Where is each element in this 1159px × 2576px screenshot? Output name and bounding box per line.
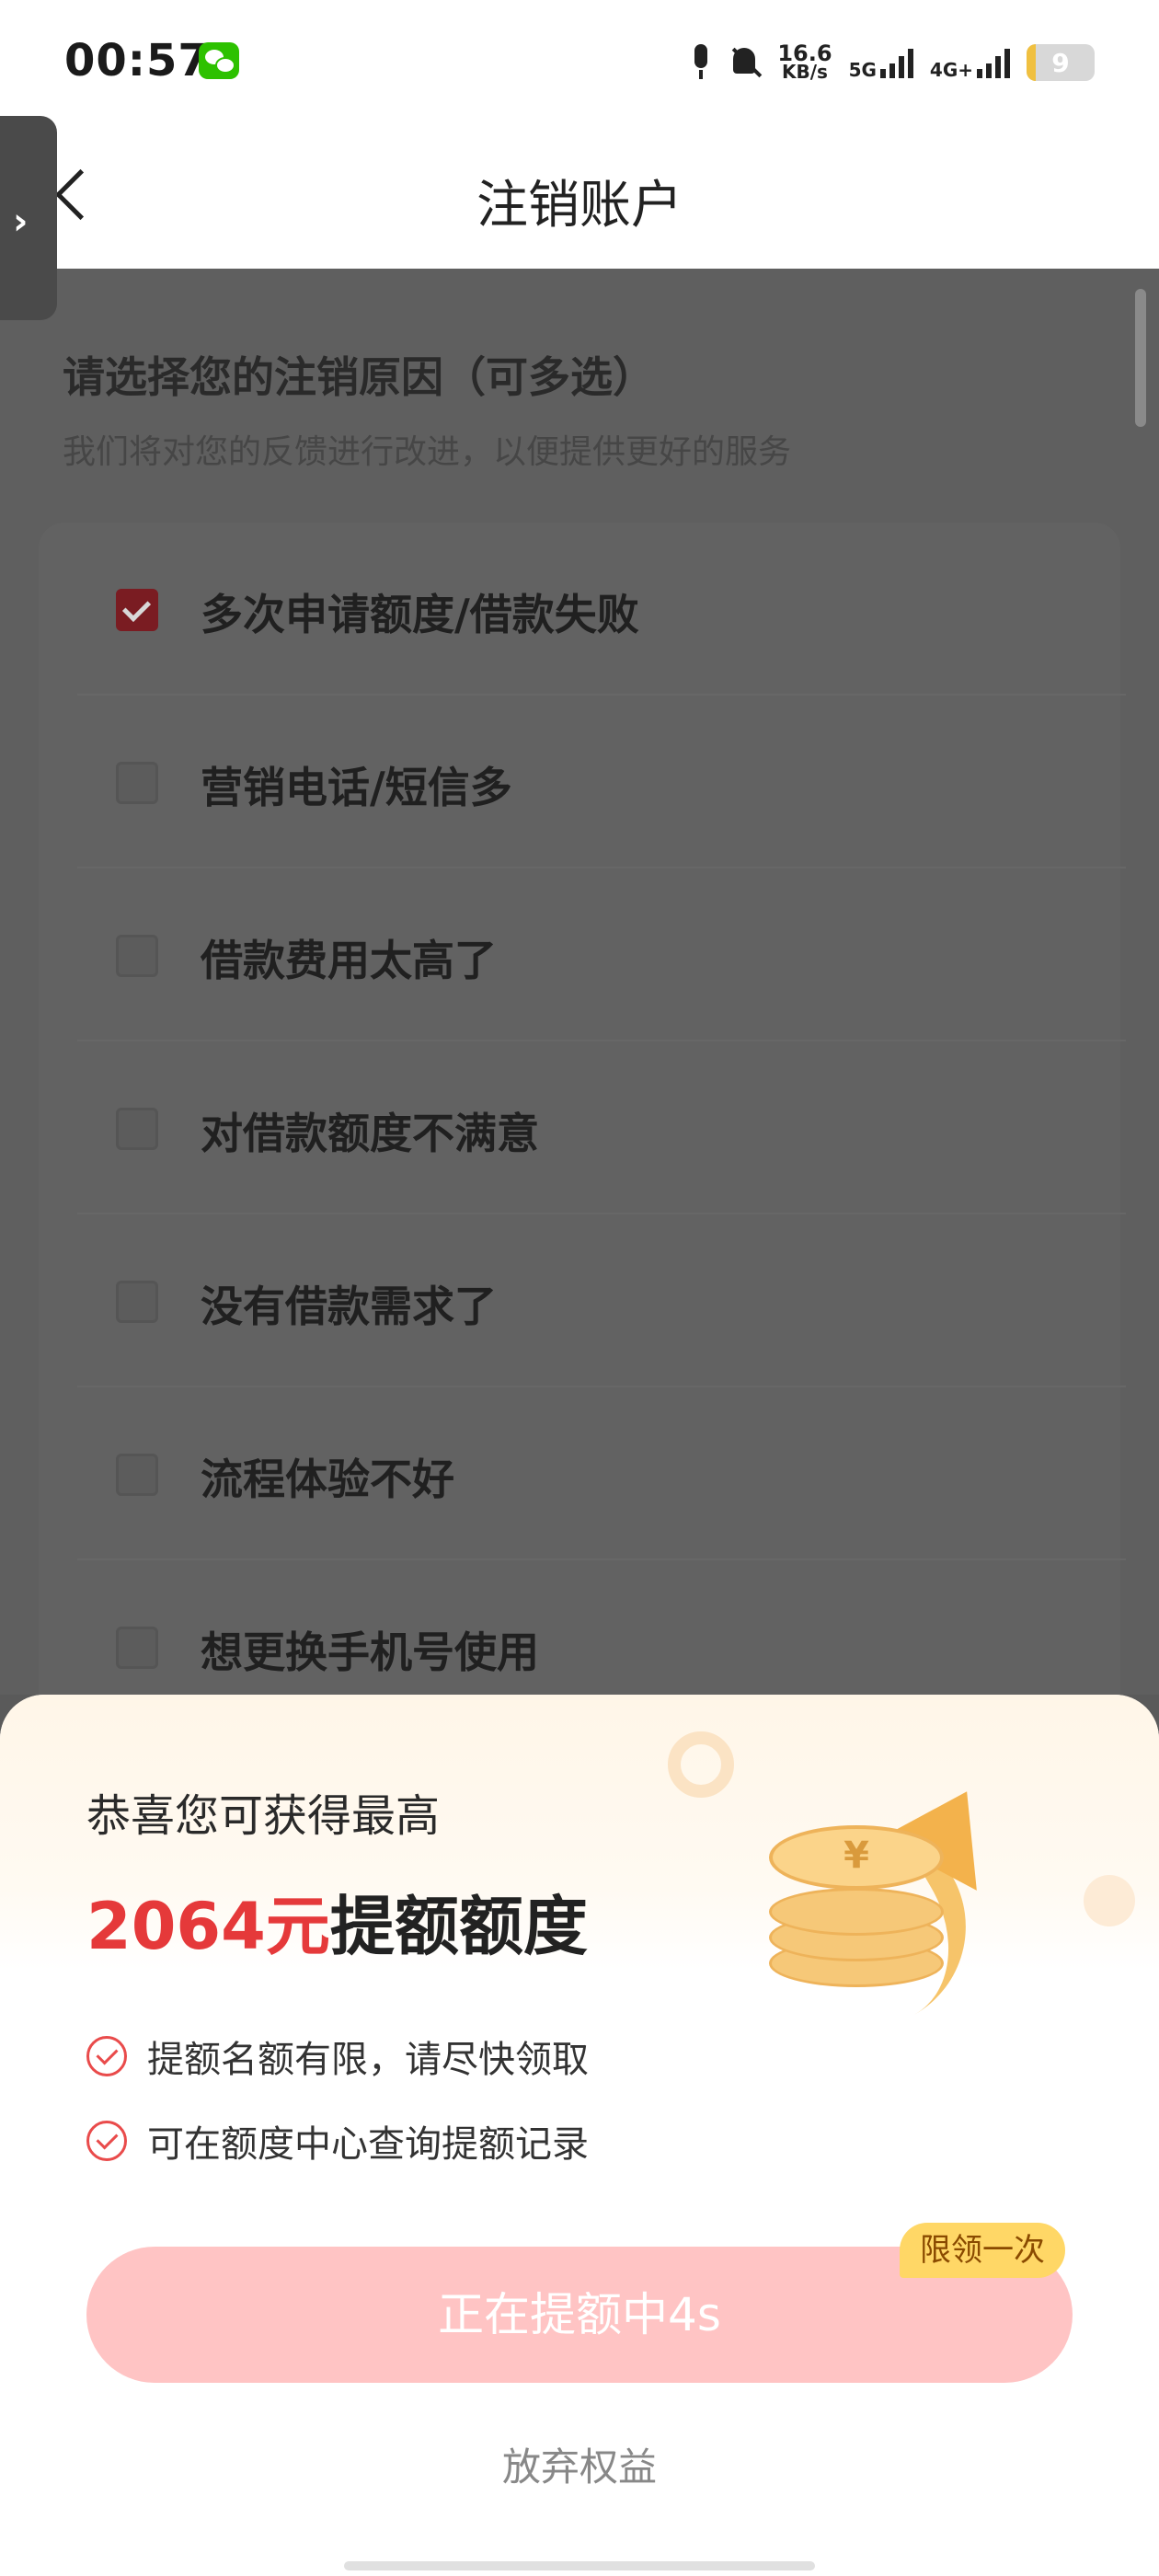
benefit-item: 提额名额有限，请尽快领取	[86, 2030, 589, 2083]
battery-icon: 9	[1027, 44, 1095, 81]
reason-label: 借款费用太高了	[201, 936, 497, 985]
reason-item[interactable]: 没有借款需求了	[77, 1214, 1126, 1387]
reason-label: 对借款额度不满意	[201, 1109, 539, 1158]
benefit-item: 可在额度中心查询提额记录	[86, 2114, 589, 2168]
checkbox[interactable]	[116, 1281, 158, 1323]
network-speed-value: 16.6	[777, 40, 832, 66]
coins-arrow-illustration	[754, 1765, 1085, 2015]
status-bar: 00:57 16.6 KB/s 5G 4G+ 9	[0, 0, 1159, 129]
reason-item[interactable]: 营销电话/短信多	[77, 696, 1126, 868]
reasons-subtitle: 我们将对您的反馈进行改进，以便提供更好的服务	[63, 433, 792, 471]
net-5g-label: 5G	[848, 59, 877, 81]
reasons-page-content: 请选择您的注销原因（可多选） 我们将对您的反馈进行改进，以便提供更好的服务 多次…	[0, 269, 1159, 1719]
amount-line: 2064元提额额度	[86, 1875, 588, 1968]
retention-bottom-sheet: 恭喜您可获得最高 2064元提额额度 提额名额有限，请尽快领取 可在额度中心查询…	[0, 1695, 1159, 2576]
microphone-icon	[691, 44, 711, 81]
reason-item[interactable]: 借款费用太高了	[77, 868, 1126, 1041]
checkbox-checked[interactable]	[116, 589, 158, 631]
reasons-list: 多次申请额度/借款失败 营销电话/短信多 借款费用太高了 对借款额度不满意 没有…	[39, 523, 1126, 1719]
reason-label: 流程体验不好	[201, 1455, 454, 1504]
amount-suffix: 提额额度	[329, 1889, 588, 1964]
battery-level: 9	[1051, 48, 1070, 78]
checkbox[interactable]	[116, 1627, 158, 1669]
wechat-notification-icon	[199, 42, 239, 79]
congrats-text: 恭喜您可获得最高	[86, 1790, 441, 1842]
decor-dot	[1084, 1875, 1135, 1926]
benefit-text: 可在额度中心查询提额记录	[147, 2123, 589, 2166]
amount-value: 2064元	[86, 1889, 330, 1964]
signal-5g: 5G	[848, 47, 913, 81]
reason-item[interactable]: 多次申请额度/借款失败	[77, 523, 1126, 696]
home-indicator[interactable]	[344, 2561, 815, 2570]
benefit-text: 提额名额有限，请尽快领取	[147, 2039, 589, 2081]
chevron-right-icon: ›	[13, 201, 29, 243]
signal-4g: 4G+	[929, 47, 1010, 81]
reason-item[interactable]: 流程体验不好	[77, 1387, 1126, 1560]
yen-coin-icon	[769, 1825, 944, 1890]
checkbox[interactable]	[116, 1108, 158, 1150]
decor-ring	[668, 1731, 734, 1798]
check-circle-icon	[86, 2036, 127, 2076]
signal-bars-icon	[879, 47, 913, 78]
reason-label: 想更换手机号使用	[201, 1627, 539, 1677]
checkbox[interactable]	[116, 762, 158, 804]
side-expand-tab[interactable]: ›	[0, 116, 57, 320]
net-4g-label: 4G+	[929, 59, 973, 81]
scrollbar[interactable]	[1135, 289, 1146, 427]
network-speed-unit: KB/s	[781, 61, 828, 83]
checkbox[interactable]	[116, 1454, 158, 1496]
app-header: 注销账户	[0, 129, 1159, 269]
network-speed: 16.6 KB/s	[777, 40, 832, 83]
status-time: 00:57	[64, 35, 210, 86]
reason-label: 多次申请额度/借款失败	[201, 590, 639, 639]
status-icons: 16.6 KB/s 5G 4G+ 9	[691, 35, 1095, 90]
reason-item[interactable]: 对借款额度不满意	[77, 1041, 1126, 1214]
reasons-title: 请选择您的注销原因（可多选）	[63, 352, 655, 402]
signal-bars-icon	[977, 47, 1010, 78]
give-up-link[interactable]: 放弃权益	[0, 2436, 1159, 2492]
checkbox[interactable]	[116, 935, 158, 977]
check-circle-icon	[86, 2121, 127, 2161]
limit-once-badge: 限领一次	[900, 2223, 1065, 2278]
page-title: 注销账户	[476, 176, 683, 236]
reason-label: 没有借款需求了	[201, 1282, 497, 1331]
bell-muted-icon	[728, 44, 761, 81]
reason-label: 营销电话/短信多	[201, 763, 512, 812]
